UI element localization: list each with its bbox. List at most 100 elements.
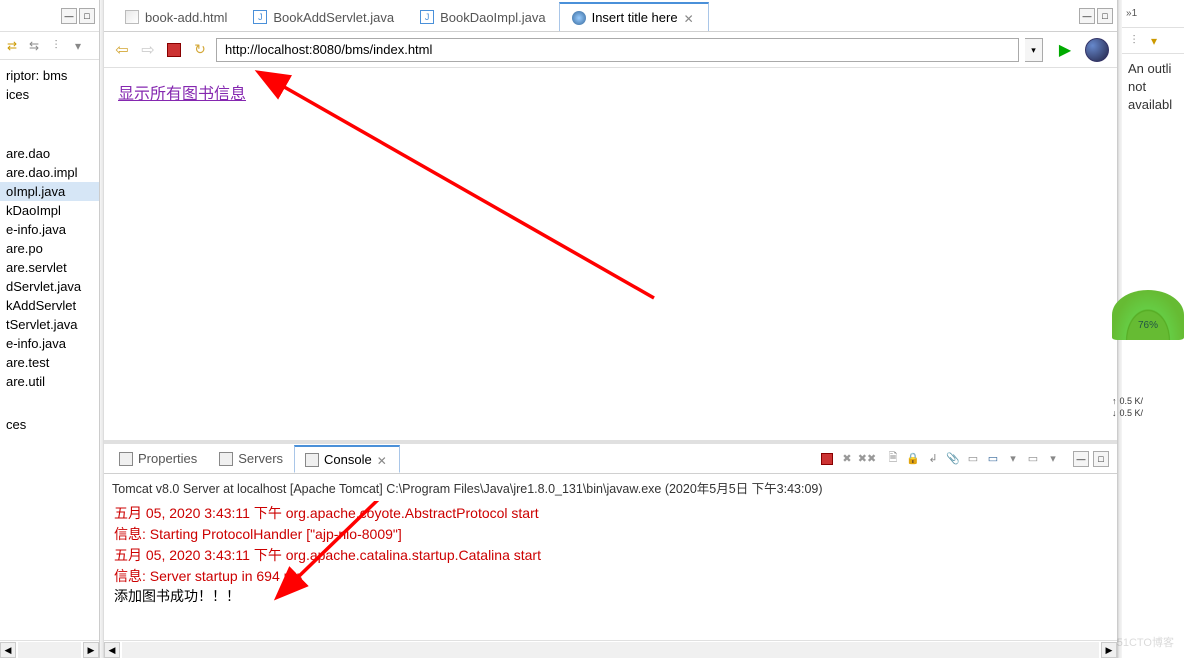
editor-area: book-add.html J BookAddServlet.java J BookDa… xyxy=(104,0,1118,658)
url-input[interactable] xyxy=(216,38,1019,62)
tab-label: BookDaoImpl.java xyxy=(440,10,546,25)
tree-item[interactable]: oImpl.java xyxy=(0,182,99,201)
console-clear-icon[interactable]: 🗎 xyxy=(885,451,901,467)
cpu-percent: 76% xyxy=(1112,320,1184,331)
tree-item[interactable]: e-info.java xyxy=(0,220,99,239)
console-minimize-icon[interactable]: ― xyxy=(1073,451,1089,467)
scroll-right-icon[interactable]: ▶ xyxy=(83,642,99,658)
scroll-left-icon[interactable]: ◀ xyxy=(104,642,120,658)
console-tab-properties[interactable]: Properties xyxy=(108,445,208,472)
editor-tab[interactable]: J BookAddServlet.java xyxy=(240,2,407,31)
nav-stop-button[interactable] xyxy=(164,40,184,60)
console-display-icon[interactable]: ▭ xyxy=(985,451,1001,467)
tree-item[interactable]: ces xyxy=(0,415,99,434)
show-all-books-link[interactable]: 显示所有图书信息 xyxy=(118,86,246,103)
console-output[interactable]: 五月 05, 2020 3:43:11 下午 org.apache.coyote… xyxy=(104,501,1117,640)
tree-item[interactable]: are.po xyxy=(0,239,99,258)
tree-item[interactable]: tServlet.java xyxy=(0,315,99,334)
editor-tab[interactable]: Insert title here✕ xyxy=(559,2,709,31)
right-toolbar: ⫶ ▾ xyxy=(1122,28,1184,54)
left-panel-header: ― □ xyxy=(0,0,99,32)
outline-content: An outli not availabl xyxy=(1122,54,1184,121)
java-file-icon: J xyxy=(253,10,267,24)
console-maximize-icon[interactable]: □ xyxy=(1093,451,1109,467)
editor-tab[interactable]: book-add.html xyxy=(112,2,240,31)
console-line: 添加图书成功！！！ xyxy=(114,587,1107,608)
tree-item[interactable]: kAddServlet xyxy=(0,296,99,315)
console-remove-all-icon[interactable]: ✖✖ xyxy=(859,451,875,467)
tree-item[interactable]: are.dao xyxy=(0,144,99,163)
console-new-icon[interactable]: ▭ xyxy=(1025,451,1041,467)
maximize-icon[interactable]: □ xyxy=(79,8,95,24)
nav-go-button[interactable]: ▶ xyxy=(1055,40,1075,60)
tree-item[interactable]: are.servlet xyxy=(0,258,99,277)
tree-item[interactable]: are.test xyxy=(0,353,99,372)
tree-item[interactable]: ices xyxy=(0,85,99,104)
right-tab-count[interactable]: 1 xyxy=(1132,8,1138,19)
close-tab-icon[interactable]: ✕ xyxy=(684,12,696,24)
console-line: 五月 05, 2020 3:43:11 下午 org.apache.catali… xyxy=(114,545,1107,566)
minimize-icon[interactable]: ― xyxy=(61,8,77,24)
editor-tab[interactable]: J BookDaoImpl.java xyxy=(407,2,559,31)
console-dd2-icon[interactable]: ▾ xyxy=(1045,451,1061,467)
network-stats: 0.5 K/ 0.5 K/ xyxy=(1112,396,1184,419)
outline-text: An outli xyxy=(1128,60,1178,78)
editor-maximize-icon[interactable]: □ xyxy=(1097,8,1113,24)
java-file-icon: J xyxy=(420,10,434,24)
console-tab-console[interactable]: Console ✕ xyxy=(294,445,400,473)
console-wrap-icon[interactable]: ↲ xyxy=(925,451,941,467)
scroll-left-icon[interactable]: ◀ xyxy=(0,642,16,658)
outline-menu-icon[interactable]: ▾ xyxy=(1146,33,1162,49)
project-tree[interactable]: riptor: bmsices are.daoare.dao.imploImpl… xyxy=(0,60,99,640)
outline-sort-icon[interactable]: ⫶ xyxy=(1126,33,1142,49)
console-toolbar: ✖ ✖✖ 🗎 🔒 ↲ 📎 ▭ ▭ ▾ ▭ ▾ ― □ xyxy=(400,451,1113,467)
tree-item[interactable]: are.util xyxy=(0,372,99,391)
tab-label: Properties xyxy=(138,451,197,466)
browser-toolbar: ⇦ ⇨ ↻ ▾ ▶ xyxy=(104,32,1117,68)
console-process-label: Tomcat v8.0 Server at localhost [Apache … xyxy=(104,474,1117,501)
console-stop-button[interactable] xyxy=(819,451,835,467)
tab-label: Console xyxy=(324,452,372,467)
collapse-all-icon[interactable]: ⇄ xyxy=(4,38,20,54)
console-open-icon[interactable]: ▭ xyxy=(965,451,981,467)
close-tab-icon[interactable]: ✕ xyxy=(377,454,389,466)
outline-text: not xyxy=(1128,78,1178,96)
upload-speed: 0.5 K/ xyxy=(1120,396,1144,408)
link-editor-icon[interactable]: ⇆ xyxy=(26,38,42,54)
download-speed: 0.5 K/ xyxy=(1120,408,1144,420)
tree-item[interactable]: dServlet.java xyxy=(0,277,99,296)
console-panel: Properties Servers Console ✕ ✖ ✖✖ 🗎 🔒 ↲ 📎 ▭… xyxy=(104,440,1117,658)
browser-viewport[interactable]: 显示所有图书信息 xyxy=(104,68,1117,440)
console-dd1-icon[interactable]: ▾ xyxy=(1005,451,1021,467)
tab-icon xyxy=(119,452,133,466)
nav-forward-button[interactable]: ⇨ xyxy=(138,40,158,60)
tree-item[interactable]: are.dao.impl xyxy=(0,163,99,182)
menu-icon[interactable]: ▾ xyxy=(70,38,86,54)
scroll-right-icon[interactable]: ▶ xyxy=(1101,642,1117,658)
editor-minimize-icon[interactable]: ― xyxy=(1079,8,1095,24)
tab-label: book-add.html xyxy=(145,10,227,25)
tree-item[interactable]: riptor: bms xyxy=(0,66,99,85)
console-hscroll[interactable]: ◀ ▶ xyxy=(104,640,1117,658)
console-line: 信息: Starting ProtocolHandler ["ajp-nio-8… xyxy=(114,524,1107,545)
tab-icon xyxy=(219,452,233,466)
system-monitor-widget[interactable]: 76% 0.5 K/ 0.5 K/ xyxy=(1112,290,1184,398)
nav-refresh-button[interactable]: ↻ xyxy=(190,40,210,60)
watermark: 51CTO博客 xyxy=(1117,634,1174,650)
nav-back-button[interactable]: ⇦ xyxy=(112,40,132,60)
console-tab-servers[interactable]: Servers xyxy=(208,445,294,472)
console-line: 信息: Server startup in 694 ms xyxy=(114,566,1107,587)
umbrella-icon: 76% xyxy=(1112,290,1184,362)
tab-label: Servers xyxy=(238,451,283,466)
editor-tab-bar: book-add.html J BookAddServlet.java J BookDa… xyxy=(104,0,1117,32)
url-dropdown-icon[interactable]: ▾ xyxy=(1025,38,1043,62)
tree-item[interactable]: kDaoImpl xyxy=(0,201,99,220)
console-scroll-lock-icon[interactable]: 🔒 xyxy=(905,451,921,467)
filter-icon[interactable]: ⫶ xyxy=(48,38,64,54)
project-explorer-panel: ― □ ⇄ ⇆ ⫶ ▾ riptor: bmsices are.daoare.d… xyxy=(0,0,100,658)
left-hscroll[interactable]: ◀ ▶ xyxy=(0,640,99,658)
console-pin-icon[interactable]: 📎 xyxy=(945,451,961,467)
console-remove-launch-icon[interactable]: ✖ xyxy=(839,451,855,467)
tree-item[interactable]: e-info.java xyxy=(0,334,99,353)
tab-label: BookAddServlet.java xyxy=(273,10,394,25)
